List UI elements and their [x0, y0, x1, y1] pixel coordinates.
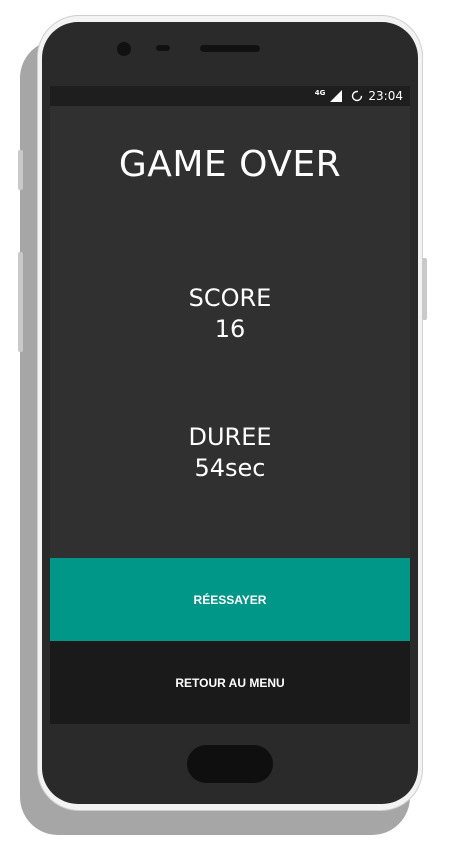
- proximity-sensor: [156, 45, 170, 51]
- cell-signal-icon: [330, 90, 343, 102]
- network-type-label: 4G: [314, 89, 326, 97]
- duration-value: 54sec: [194, 454, 266, 482]
- power-button: [422, 258, 427, 320]
- score-label: SCORE: [188, 284, 272, 312]
- volume-button: [18, 150, 23, 190]
- status-bar: 4G 23:04: [50, 86, 410, 106]
- retry-button[interactable]: RÉESSAYER: [50, 558, 410, 641]
- back-to-menu-button[interactable]: RETOUR AU MENU: [50, 641, 410, 724]
- side-button: [18, 252, 23, 352]
- back-to-menu-button-label: RETOUR AU MENU: [175, 675, 285, 690]
- status-time: 23:04: [368, 89, 403, 103]
- sync-icon: [352, 90, 363, 102]
- device-frame: 4G 23:04 GAME OVER SCORE 16 DUREE 54sec …: [0, 0, 450, 860]
- duration-label: DUREE: [188, 423, 272, 451]
- status-icons: 4G 23:04: [315, 86, 403, 106]
- retry-button-label: RÉESSAYER: [193, 592, 267, 607]
- game-over-title: GAME OVER: [118, 144, 342, 185]
- home-button[interactable]: [187, 745, 273, 783]
- score-value: 16: [214, 315, 246, 343]
- front-camera: [117, 42, 131, 56]
- screen: 4G 23:04 GAME OVER SCORE 16 DUREE 54sec …: [50, 86, 410, 724]
- earpiece-speaker: [200, 45, 260, 52]
